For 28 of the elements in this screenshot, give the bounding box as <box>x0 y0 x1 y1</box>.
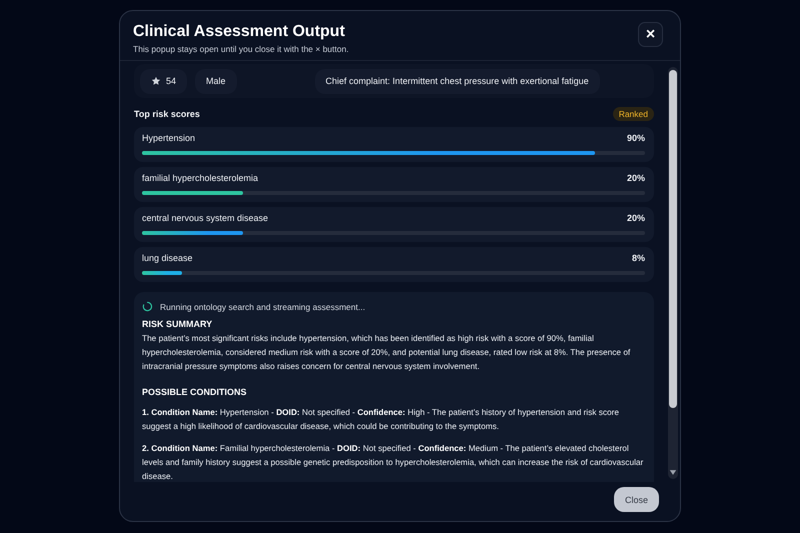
dialog-subtitle: This popup stays open until you close it with the × button. <box>133 44 349 54</box>
section-heading: POSSIBLE CONDITIONS <box>142 386 248 399</box>
scroll-down-icon[interactable] <box>669 469 677 476</box>
risk-name: lung disease <box>142 253 193 264</box>
section-title: Top risk scores <box>134 109 200 119</box>
scrollbar-thumb[interactable] <box>669 70 677 408</box>
star-icon <box>151 76 161 86</box>
risk-percent: 20% <box>626 213 645 224</box>
risk-name: Hypertension <box>142 133 196 144</box>
risk-name: central nervous system disease <box>142 213 268 224</box>
paragraph: The patient’s most significant risks include hypertension, which has been identified as high risk with a score of 90%, familial hypercholesterolemia, considered medium risk with a score of 20%, and potential lung disease, rated low risk at 8%. The presence of intracranial pressure symptoms also raises concern for central nervous system involvement. <box>142 332 632 373</box>
scrollbar[interactable] <box>668 67 678 479</box>
risk-percent: 20% <box>626 173 645 184</box>
close-button[interactable]: × <box>638 22 663 47</box>
close-button[interactable]: Close <box>614 487 659 512</box>
sex-chip: Male <box>195 68 237 94</box>
ranked-badge: Ranked <box>612 107 654 121</box>
paragraph: 1. Condition Name: Hypertension - DOID: Not specified - Confidence: High - The patient’s history of hypertension and risk score suggest a high likelihood of cardiovascular disease, which could be contributing to the symptoms. <box>142 406 620 433</box>
loading-spinner-icon <box>142 301 153 312</box>
risk-percent: 8% <box>632 253 645 264</box>
age-chip: 54 <box>140 68 188 94</box>
paragraph: 2. Condition Name: Familial hypercholesterolemia - DOID: Not specified - Confidence: Medium - The patient’s elevated cholesterol levels and family history suggest a possible genetic predisposition to hypercholesterolemia, which can increase the risk of cardiovascular disease. <box>142 442 644 482</box>
risk-name: familial hypercholesterolemia <box>142 173 258 184</box>
dialog-title: Clinical Assessment Output <box>133 22 346 41</box>
status-text: Running ontology search and streaming assessment... <box>160 302 366 312</box>
complaint-chip: Chief complaint: Intermittent chest pressure with exertional fatigue <box>314 68 600 94</box>
risk-percent: 90% <box>626 133 645 144</box>
section-heading: RISK SUMMARY <box>142 318 214 331</box>
